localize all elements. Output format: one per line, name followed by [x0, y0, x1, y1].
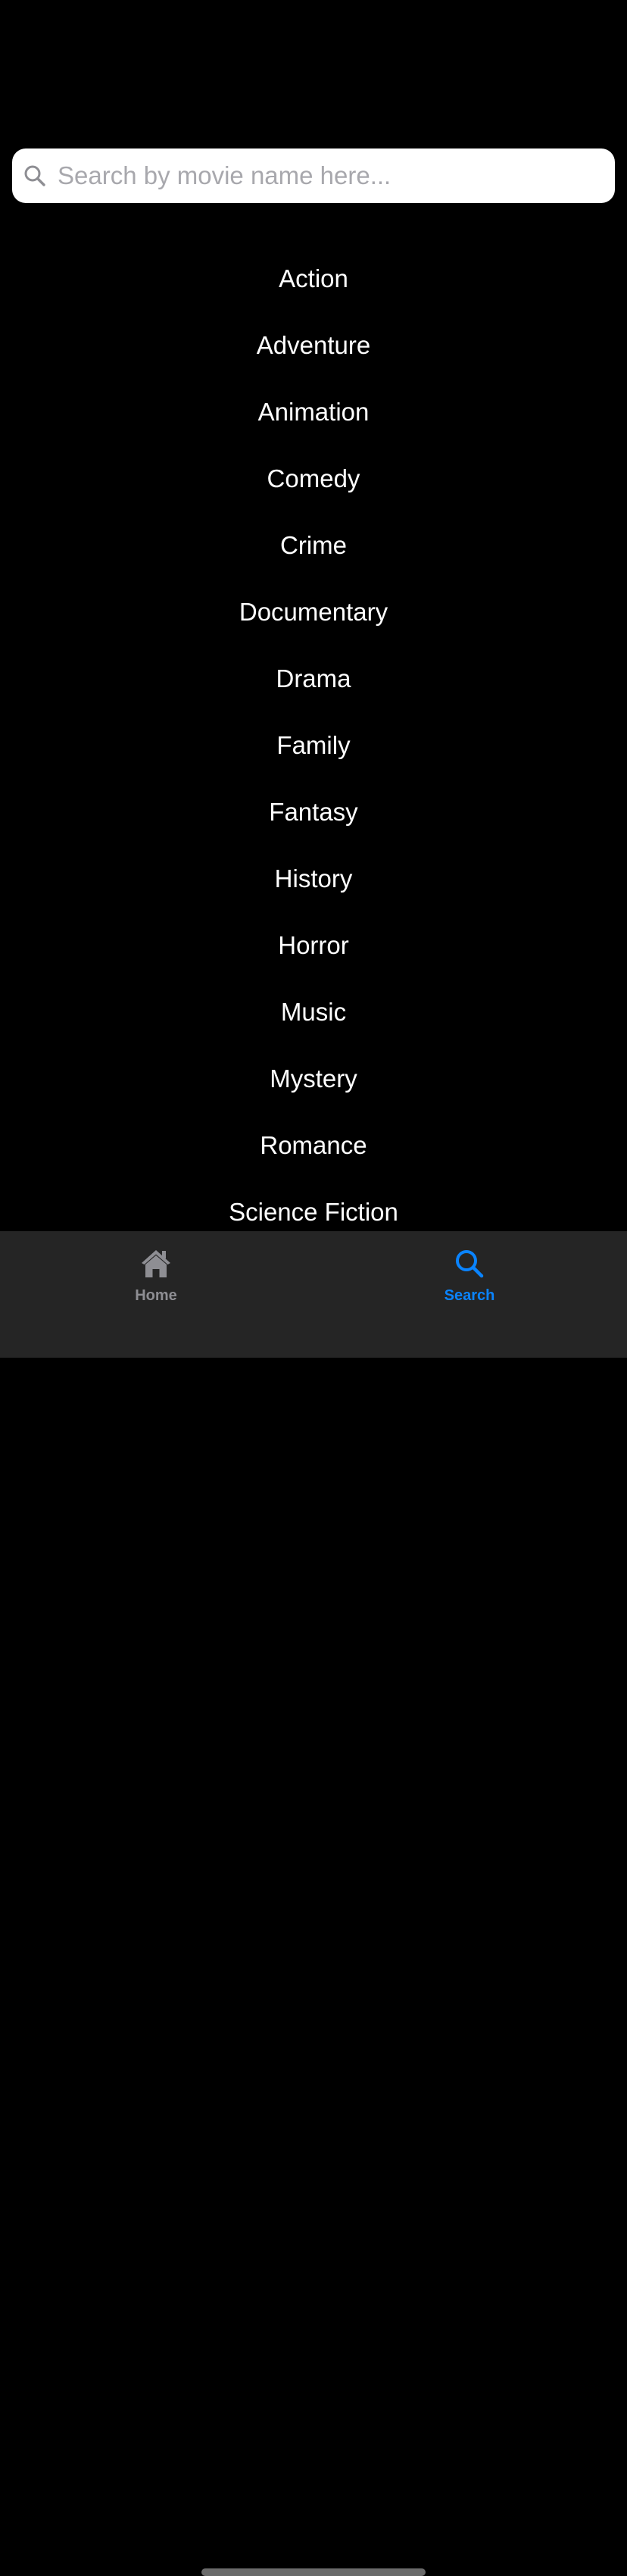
genre-item-fantasy[interactable]: Fantasy	[0, 779, 627, 846]
search-input[interactable]	[58, 161, 588, 190]
genre-item-family[interactable]: Family	[0, 712, 627, 779]
genre-item-science-fiction[interactable]: Science Fiction	[0, 1179, 627, 1231]
search-icon	[23, 164, 47, 188]
genre-item-mystery[interactable]: Mystery	[0, 1046, 627, 1112]
search-bar[interactable]	[12, 148, 615, 203]
magnifying-glass-icon	[452, 1246, 487, 1281]
house-icon	[139, 1246, 173, 1281]
genre-item-drama[interactable]: Drama	[0, 646, 627, 712]
genre-item-history[interactable]: History	[0, 846, 627, 912]
genre-item-horror[interactable]: Horror	[0, 912, 627, 979]
genre-item-action[interactable]: Action	[0, 245, 627, 312]
genre-list: Action Adventure Animation Comedy Crime …	[0, 245, 627, 1231]
tab-home-label: Home	[135, 1287, 177, 1304]
genre-item-animation[interactable]: Animation	[0, 379, 627, 445]
genre-item-adventure[interactable]: Adventure	[0, 312, 627, 379]
home-indicator	[201, 2568, 426, 2576]
tab-search-label: Search	[444, 1287, 495, 1304]
genre-item-crime[interactable]: Crime	[0, 512, 627, 579]
genre-item-romance[interactable]: Romance	[0, 1112, 627, 1179]
genre-item-music[interactable]: Music	[0, 979, 627, 1046]
genre-item-comedy[interactable]: Comedy	[0, 445, 627, 512]
genre-item-documentary[interactable]: Documentary	[0, 579, 627, 646]
tab-bar: Home Search	[0, 1231, 627, 2576]
tab-search[interactable]: Search	[394, 1246, 545, 1315]
tab-home[interactable]: Home	[80, 1246, 232, 1315]
